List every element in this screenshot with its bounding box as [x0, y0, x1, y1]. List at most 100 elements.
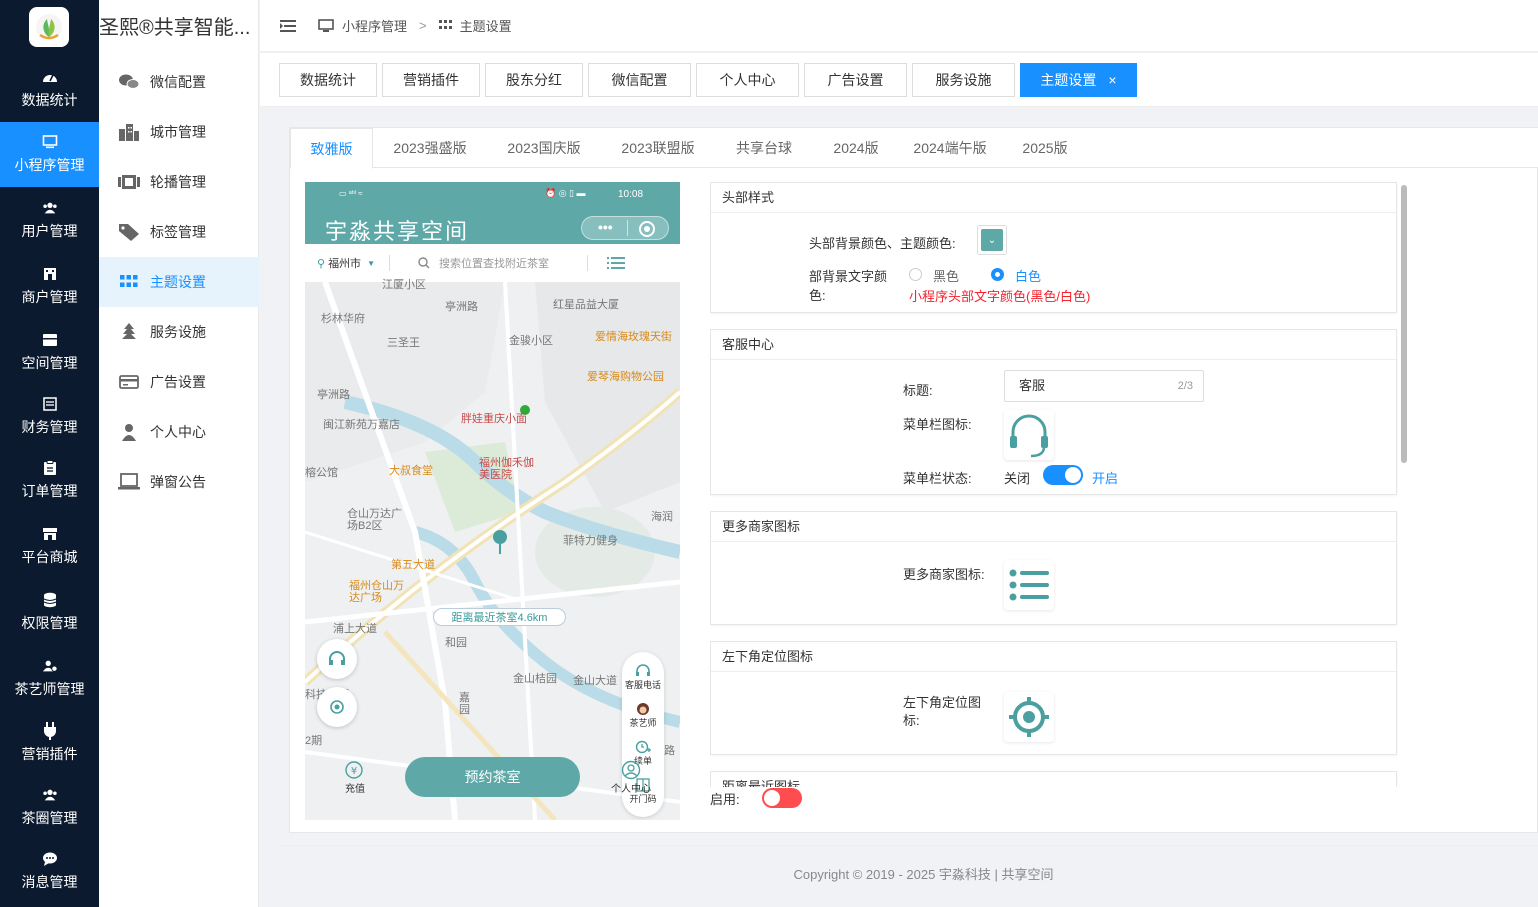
nav-item-12[interactable]: 消息管理 — [0, 840, 99, 902]
status-bar: ▭ ᵃᵗᶦˡ ≈ ⏰ ◎ ▯ ▬ 10:08 — [305, 182, 680, 206]
section-title: 客服中心 — [711, 330, 1396, 360]
page-tab-5[interactable]: 广告设置 — [804, 63, 907, 97]
submenu-item-3[interactable]: 标签管理 — [99, 207, 259, 257]
header-bar: 小程序管理 > 主题设置 — [260, 0, 1538, 52]
preview-map[interactable]: 江厦小区 亭洲路 红星品益大厦 杉林华府 金骏小区 爱情海玫瑰天街 三圣王 爱琴海购物公园 亭洲… — [305, 279, 680, 820]
brand-title: 圣熙®共享智能... — [99, 17, 251, 39]
locate-float-button[interactable] — [317, 687, 357, 727]
more-merchants-upload[interactable] — [1004, 560, 1054, 610]
service-title-input[interactable]: 客服 2/3 — [1004, 370, 1204, 402]
locate-upload[interactable] — [1004, 692, 1054, 742]
menu-status-toggle[interactable] — [1043, 465, 1083, 485]
version-tab-6[interactable]: 2024端午版 — [899, 128, 1001, 168]
map-label: 金山桔园 — [513, 673, 557, 685]
headset-icon — [1007, 412, 1051, 458]
person-icon — [118, 422, 140, 442]
nav-item-4[interactable]: 空间管理 — [0, 320, 99, 384]
headset-icon — [622, 664, 664, 678]
nav-item-0[interactable]: 数据统计 — [0, 57, 99, 122]
page-tab-3[interactable]: 微信配置 — [588, 63, 691, 97]
tea-master-item[interactable]: 茶艺师 — [622, 702, 664, 729]
app-logo[interactable] — [29, 7, 69, 47]
submenu-item-1[interactable]: 城市管理 — [99, 107, 259, 157]
nav-item-1[interactable]: 小程序管理 — [0, 122, 99, 187]
version-tab-4[interactable]: 共享台球 — [715, 128, 813, 168]
page-tab-0[interactable]: 数据统计 — [279, 63, 377, 97]
service-phone-item[interactable]: 客服电话 — [622, 664, 664, 691]
tree-icon — [118, 322, 140, 342]
secondary-sidebar: 圣熙®共享智能... 微信配置城市管理轮播管理 标签管理 主题设置 服务设施 广告设置个… — [99, 0, 259, 907]
map-label: 福州仓山万达广场 — [349, 580, 404, 604]
close-icon[interactable]: × — [1108, 72, 1116, 88]
page-tab-label: 个人中心 — [719, 72, 776, 88]
headset-upload[interactable] — [1004, 410, 1054, 460]
page-tab-4[interactable]: 个人中心 — [696, 63, 799, 97]
recharge-button[interactable]: ¥ 充值 — [335, 760, 375, 795]
nav-item-11[interactable]: 茶圈管理 — [0, 776, 99, 838]
radio-white[interactable] — [991, 268, 1004, 281]
section-service: 客服中心 标题: 客服 2/3 菜单栏图标: 菜单栏状态: 关闭 开启 — [710, 329, 1397, 495]
breadcrumb-level1[interactable]: 小程序管理 — [342, 16, 407, 35]
submenu-item-4[interactable]: 主题设置 — [99, 257, 259, 307]
nav-item-label: 消息管理 — [21, 873, 78, 890]
map-label: 胖娃重庆小面 — [461, 413, 527, 425]
mini-program-capsule[interactable]: ••• — [581, 216, 669, 240]
service-title-value: 客服 — [1019, 378, 1046, 393]
settings-scrollbar[interactable] — [1401, 185, 1407, 463]
page-tab-label: 微信配置 — [611, 72, 668, 88]
nav-item-8[interactable]: 权限管理 — [0, 580, 99, 644]
submenu-item-8[interactable]: 弹窗公告 — [99, 457, 259, 507]
map-label: 爱情海玫瑰天街 — [595, 331, 672, 343]
version-tab-0[interactable]: 致雅版 — [290, 128, 373, 169]
submenu-item-0[interactable]: 微信配置 — [99, 57, 259, 107]
submenu-item-6[interactable]: 广告设置 — [99, 357, 259, 407]
list-icon[interactable] — [606, 256, 625, 270]
nav-item-3[interactable]: 商户管理 — [0, 254, 99, 318]
city-selector[interactable]: 福州市 — [328, 255, 361, 271]
map-label: 红星品益大厦 — [553, 299, 619, 311]
submenu-item-5[interactable]: 服务设施 — [99, 307, 259, 357]
nav-item-label: 用户管理 — [21, 223, 78, 239]
search-icon — [418, 257, 430, 269]
section-locate: 左下角定位图标 左下角定位图标: — [710, 641, 1397, 755]
submenu-item-7[interactable]: 个人中心 — [99, 407, 259, 457]
color-picker[interactable]: ⌄ — [977, 225, 1007, 255]
menu-toggle-icon[interactable] — [280, 19, 296, 33]
nav-item-9[interactable]: 茶艺师管理 — [0, 646, 99, 710]
profile-button[interactable]: 个人中心 — [601, 760, 661, 795]
preview-search-input[interactable]: 搜索位置查找附近茶室 — [439, 255, 549, 271]
version-tab-1[interactable]: 2023强盛版 — [373, 128, 487, 168]
enable-toggle[interactable] — [762, 788, 802, 808]
enable-label: 启用: — [710, 792, 740, 807]
submenu-item-label: 城市管理 — [150, 124, 206, 140]
map-label: 海润 — [651, 511, 673, 523]
yen-icon: ¥ — [335, 760, 375, 780]
phone-preview: ▭ ᵃᵗᶦˡ ≈ ⏰ ◎ ▯ ▬ 10:08 宇淼共享空间 ••• ⚲ 福州市 … — [305, 182, 680, 820]
version-tab-7[interactable]: 2025版 — [1001, 128, 1089, 168]
map-label: 2期 — [305, 735, 323, 747]
more-icon[interactable]: ••• — [598, 219, 613, 235]
page-tab-2[interactable]: 股东分红 — [485, 63, 583, 97]
page-tabs-bar: 数据统计 营销插件 股东分红 微信配置 个人中心 广告设置 服务设施 主题设置 × — [260, 53, 1538, 107]
theme-settings-panel: 头部样式 头部背景颜色、主题颜色: ⌄ 部背景文字颜色: 黑色 白色 小程序头部… — [710, 182, 1398, 787]
page-tab-1[interactable]: 营销插件 — [382, 63, 480, 97]
page-tab-7[interactable]: 主题设置 × — [1020, 63, 1137, 97]
book-room-button[interactable]: 预约茶室 — [405, 757, 580, 797]
map-label: 闽江新苑万嘉店 — [323, 419, 400, 431]
nav-item-10[interactable]: 营销插件 — [0, 712, 99, 774]
service-float-button[interactable] — [317, 639, 357, 679]
nav-item-7[interactable]: 平台商城 — [0, 514, 99, 578]
page-tab-6[interactable]: 服务设施 — [912, 63, 1015, 97]
nav-item-2[interactable]: 用户管理 — [0, 189, 99, 252]
version-tab-2[interactable]: 2023国庆版 — [487, 128, 601, 168]
map-label: 菲特力健身 — [563, 535, 618, 547]
radio-black[interactable] — [909, 268, 922, 281]
target-icon[interactable] — [638, 220, 656, 238]
location-pin-icon: ⚲ — [317, 257, 326, 270]
nav-item-6[interactable]: 订单管理 — [0, 448, 99, 512]
nav-item-5[interactable]: 财务管理 — [0, 386, 99, 446]
toggle-knob — [1065, 467, 1081, 483]
submenu-item-2[interactable]: 轮播管理 — [99, 157, 259, 207]
version-tab-3[interactable]: 2023联盟版 — [601, 128, 715, 168]
version-tab-5[interactable]: 2024版 — [813, 128, 899, 168]
